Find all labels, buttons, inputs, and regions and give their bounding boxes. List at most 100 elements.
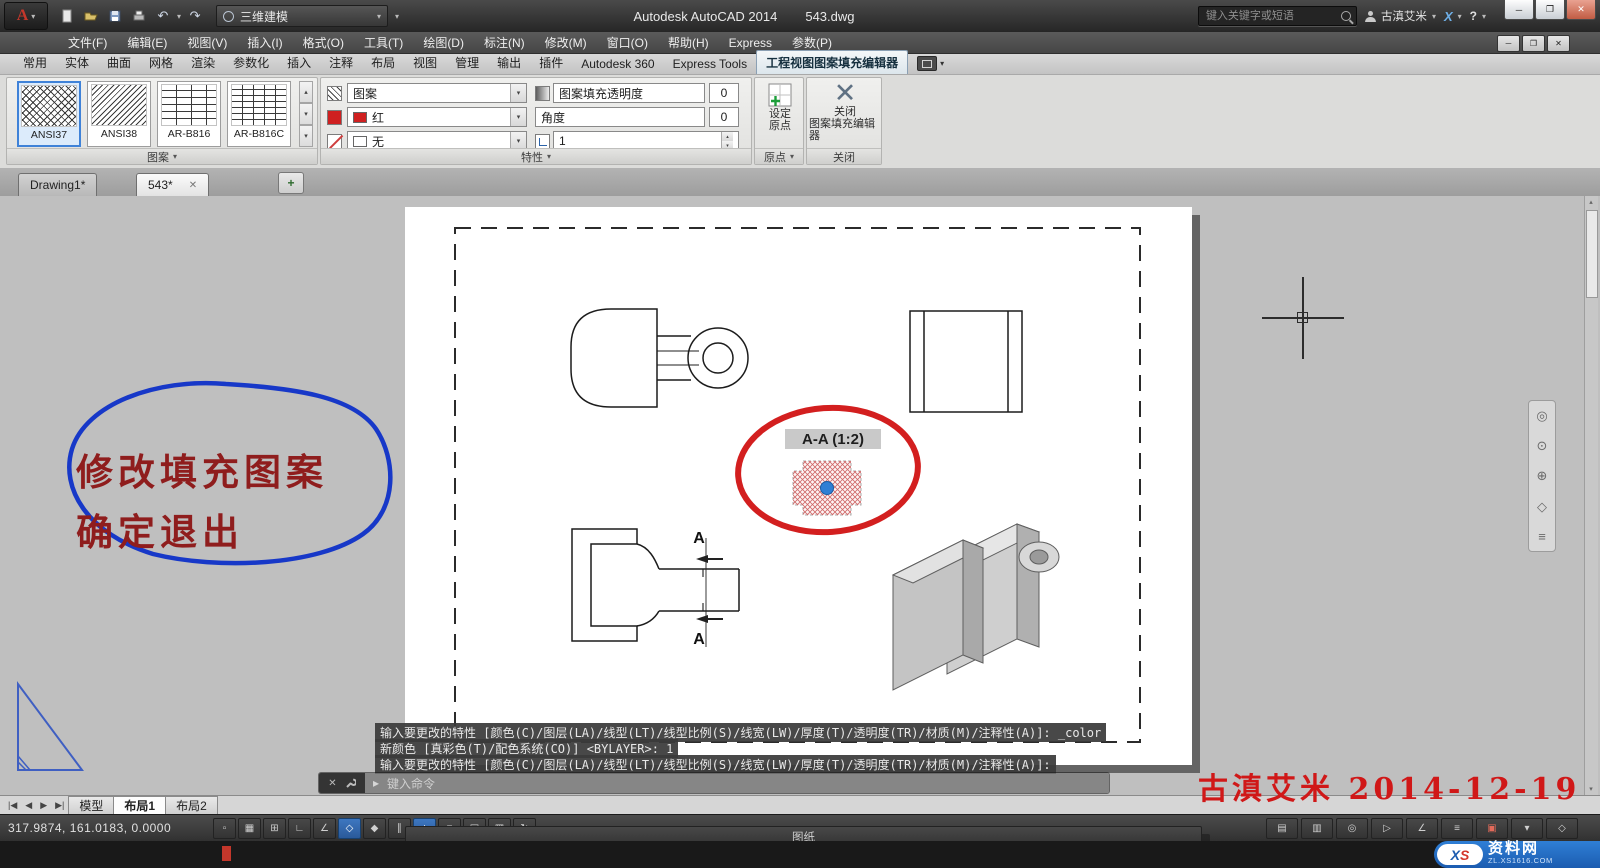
- grip-point[interactable]: [821, 482, 834, 495]
- vertical-scrollbar[interactable]: ▴ ▾: [1584, 196, 1598, 795]
- transparency-slider-label[interactable]: 图案填充透明度: [553, 83, 705, 103]
- tab-surface[interactable]: 曲面: [98, 51, 140, 74]
- menu-express[interactable]: Express: [719, 34, 782, 52]
- transparency-value-input[interactable]: 0: [709, 83, 739, 103]
- ribbon-display-toggle[interactable]: ▾: [917, 56, 944, 71]
- last-tab-button[interactable]: ▶|: [51, 800, 68, 811]
- command-close-icon[interactable]: ✕: [328, 778, 336, 789]
- snap-toggle[interactable]: ▦: [238, 818, 261, 839]
- pan-icon[interactable]: ⊙: [1537, 438, 1548, 454]
- pattern-swatch-ar-b816[interactable]: AR-B816: [157, 81, 221, 147]
- tab-manage[interactable]: 管理: [446, 51, 488, 74]
- drawing-canvas[interactable]: A A A-A (1:2): [0, 196, 1600, 795]
- menu-help[interactable]: 帮助(H): [658, 32, 719, 53]
- osnap-toggle[interactable]: ◇: [338, 818, 361, 839]
- angle-label-field[interactable]: 角度: [535, 107, 705, 127]
- model-tab[interactable]: 模型: [68, 796, 114, 814]
- tab-insert[interactable]: 插入: [278, 51, 320, 74]
- tab-output[interactable]: 输出: [488, 51, 530, 74]
- tab-view[interactable]: 视图: [404, 51, 446, 74]
- hatched-section-detail[interactable]: A-A (1:2): [785, 429, 881, 515]
- hardware-accel-button[interactable]: ▣: [1476, 818, 1508, 839]
- hatch-color-dropdown[interactable]: 红 ▾: [347, 107, 527, 127]
- wrench-icon[interactable]: [344, 777, 356, 789]
- doc-close-button[interactable]: ✕: [1547, 35, 1570, 52]
- steering-wheel-icon[interactable]: ◎: [1536, 408, 1547, 424]
- clean-screen-button[interactable]: ◇: [1546, 818, 1578, 839]
- exchange-apps-button[interactable]: X ▾: [1444, 9, 1462, 24]
- menu-modify[interactable]: 修改(M): [535, 32, 597, 53]
- gallery-down-button[interactable]: ▾: [299, 103, 313, 125]
- menu-view[interactable]: 视图(V): [177, 32, 237, 53]
- workspace-dropdown[interactable]: 三维建模 ▾: [216, 5, 388, 27]
- qat-customize-caret[interactable]: ▾: [391, 12, 403, 21]
- scroll-up-icon[interactable]: ▴: [1585, 196, 1597, 208]
- annotation-scale-button[interactable]: ∠: [1406, 818, 1438, 839]
- sign-in-control[interactable]: 古滇艾米 ▾: [1365, 8, 1436, 24]
- gallery-up-button[interactable]: ▴: [299, 81, 313, 103]
- layout2-tab[interactable]: 布局2: [165, 796, 218, 814]
- zoom-icon[interactable]: ⊕: [1537, 468, 1548, 484]
- help-menu-button[interactable]: ? ▾: [1470, 9, 1486, 23]
- gallery-expand-button[interactable]: ▾: [299, 125, 313, 147]
- show-motion-button[interactable]: ▷: [1371, 818, 1403, 839]
- menu-insert[interactable]: 插入(I): [237, 32, 292, 53]
- application-menu-button[interactable]: A ▾: [4, 2, 48, 30]
- next-tab-button[interactable]: ▶: [36, 800, 51, 811]
- help-search-input[interactable]: [1204, 9, 1336, 23]
- scroll-down-icon[interactable]: ▾: [1585, 783, 1597, 795]
- pattern-panel-title[interactable]: 图案 ▾: [7, 148, 317, 164]
- tab-solid[interactable]: 实体: [56, 51, 98, 74]
- pattern-swatch-ansi37[interactable]: ANSI37: [17, 81, 81, 147]
- menu-file[interactable]: 文件(F): [58, 32, 117, 53]
- osnap3d-toggle[interactable]: ◆: [363, 818, 386, 839]
- tab-autodesk360[interactable]: Autodesk 360: [572, 54, 663, 74]
- polar-toggle[interactable]: ∠: [313, 818, 336, 839]
- section-line-a-a[interactable]: A A: [693, 530, 723, 648]
- view-isometric-3d[interactable]: [893, 524, 1059, 690]
- file-tab-543[interactable]: 543* ✕: [136, 173, 209, 196]
- properties-panel-title[interactable]: 特性 ▾: [321, 148, 751, 164]
- grid-toggle[interactable]: ⊞: [263, 818, 286, 839]
- tab-express-tools[interactable]: Express Tools: [664, 54, 756, 74]
- plot-button[interactable]: [129, 7, 149, 25]
- layout1-tab[interactable]: 布局1: [113, 796, 166, 814]
- first-tab-button[interactable]: |◀: [4, 800, 21, 811]
- quick-view-drawings-button[interactable]: ▥: [1301, 818, 1333, 839]
- open-file-button[interactable]: [81, 7, 101, 25]
- tab-home[interactable]: 常用: [14, 51, 56, 74]
- steering-wheel-button[interactable]: ◎: [1336, 818, 1368, 839]
- annotation-visibility-button[interactable]: ≡: [1441, 818, 1473, 839]
- layout-paper-sheet[interactable]: A A A-A (1:2): [405, 207, 1192, 765]
- tab-layout[interactable]: 布局: [362, 51, 404, 74]
- file-tab-drawing1[interactable]: Drawing1*: [18, 173, 97, 196]
- pattern-swatch-ansi38[interactable]: ANSI38: [87, 81, 151, 147]
- scrollbar-thumb[interactable]: [1586, 210, 1598, 298]
- spinner-up-icon[interactable]: ▴: [722, 132, 733, 141]
- new-file-button[interactable]: [57, 7, 77, 25]
- menu-window[interactable]: 窗口(O): [597, 32, 658, 53]
- new-drawing-tab-button[interactable]: +: [278, 172, 304, 194]
- quick-view-layouts-button[interactable]: ▤: [1266, 818, 1298, 839]
- infer-constraints-toggle[interactable]: ▫: [213, 818, 236, 839]
- tab-parametric[interactable]: 参数化: [224, 51, 278, 74]
- tab-render[interactable]: 渲染: [182, 51, 224, 74]
- hatch-type-dropdown[interactable]: 图案 ▾: [347, 83, 527, 103]
- menu-dimension[interactable]: 标注(N): [474, 32, 535, 53]
- menu-format[interactable]: 格式(O): [293, 32, 354, 53]
- maximize-button[interactable]: ❐: [1535, 0, 1565, 20]
- menu-edit[interactable]: 编辑(E): [117, 32, 177, 53]
- menu-tools[interactable]: 工具(T): [354, 32, 413, 53]
- search-icon[interactable]: [1341, 11, 1351, 21]
- undo-caret-icon[interactable]: ▾: [177, 12, 181, 21]
- tab-annotate[interactable]: 注释: [320, 51, 362, 74]
- prev-tab-button[interactable]: ◀: [21, 800, 36, 811]
- status-menu-caret[interactable]: ▾: [1511, 818, 1543, 839]
- close-hatch-editor-button[interactable]: ✕ 关闭 图案填充编辑器: [809, 80, 881, 142]
- pattern-swatch-ar-b816c[interactable]: AR-B816C: [227, 81, 291, 147]
- save-button[interactable]: [105, 7, 125, 25]
- tab-hatch-editor-contextual[interactable]: 工程视图图案填充编辑器: [756, 50, 908, 74]
- angle-value-input[interactable]: 0: [709, 107, 739, 127]
- menu-draw[interactable]: 绘图(D): [413, 32, 474, 53]
- tab-mesh[interactable]: 网格: [140, 51, 182, 74]
